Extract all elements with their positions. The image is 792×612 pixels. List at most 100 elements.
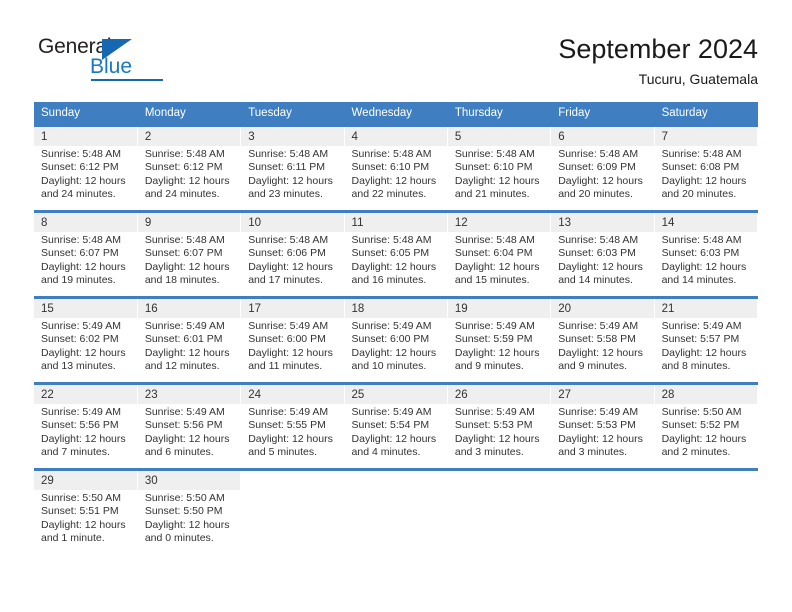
day-info-line: Daylight: 12 hours	[351, 260, 437, 273]
day-info-24: Sunrise: 5:49 AM Sunset: 5:55 PM Daylight:…	[240, 404, 345, 468]
day-number-27[interactable]: 27	[550, 385, 655, 404]
day-info-line: and 20 minutes.	[661, 188, 737, 201]
day-info-line: Sunrise: 5:48 AM	[144, 234, 225, 246]
day-number-9[interactable]: 9	[137, 213, 242, 232]
day-info-line: Daylight: 12 hours	[558, 346, 643, 359]
day-number-13[interactable]: 13	[550, 213, 655, 232]
day-info-line: Sunset: 6:12 PM	[144, 161, 223, 174]
day-number-6[interactable]: 6	[550, 127, 655, 146]
day-info-9: Sunrise: 5:48 AM Sunset: 6:07 PM Daylight:…	[137, 232, 242, 296]
day-cell-empty	[654, 471, 759, 490]
weekday-header-wednesday: Wednesday	[344, 102, 448, 124]
day-info-line: Sunset: 5:53 PM	[454, 419, 533, 432]
calendar-body: 1 2 3 4 5 6 7 Sunrise: 5:48 AM Sunset: 6:12 PM Da…	[34, 124, 759, 554]
day-info-26: Sunrise: 5:49 AM Sunset: 5:53 PM Daylight:…	[447, 404, 552, 468]
day-info-line: and 3 minutes.	[558, 446, 628, 459]
day-info-line: Sunset: 6:03 PM	[661, 247, 740, 260]
day-number-5[interactable]: 5	[447, 127, 552, 146]
day-detail-row: Sunrise: 5:48 AM Sunset: 6:07 PM Daylight:…	[34, 232, 759, 296]
day-info-line: and 1 minute.	[41, 532, 105, 545]
day-info-line: Sunset: 6:01 PM	[144, 333, 223, 346]
day-info-line: Sunrise: 5:48 AM	[41, 234, 121, 246]
day-number-19[interactable]: 19	[447, 299, 552, 318]
day-info-line: Sunrise: 5:49 AM	[351, 320, 432, 332]
day-info-line: Daylight: 12 hours	[661, 260, 747, 273]
day-number-15[interactable]: 15	[34, 299, 138, 318]
day-number-16[interactable]: 16	[137, 299, 242, 318]
day-info-line: Daylight: 12 hours	[144, 518, 230, 531]
day-detail-row: Sunrise: 5:49 AM Sunset: 5:56 PM Daylight:…	[34, 404, 759, 468]
day-number-30[interactable]: 30	[137, 471, 242, 490]
day-info-12: Sunrise: 5:48 AM Sunset: 6:04 PM Daylight:…	[447, 232, 552, 296]
day-info-line: and 9 minutes.	[454, 360, 524, 373]
day-detail-row: Sunrise: 5:49 AM Sunset: 6:02 PM Daylight:…	[34, 318, 759, 382]
day-number-3[interactable]: 3	[240, 127, 345, 146]
day-info-empty	[240, 490, 345, 554]
day-info-17: Sunrise: 5:49 AM Sunset: 6:00 PM Daylight:…	[240, 318, 345, 382]
general-blue-logo[interactable]: General Blue	[34, 30, 184, 82]
day-info-line: and 12 minutes.	[144, 360, 220, 373]
day-number-12[interactable]: 12	[447, 213, 552, 232]
day-number-7[interactable]: 7	[654, 127, 759, 146]
day-number-17[interactable]: 17	[240, 299, 345, 318]
weekday-header-tuesday: Tuesday	[240, 102, 345, 124]
day-info-line: Sunset: 5:56 PM	[41, 419, 119, 432]
day-info-line: Sunset: 6:06 PM	[248, 247, 326, 260]
day-info-23: Sunrise: 5:49 AM Sunset: 5:56 PM Daylight:…	[137, 404, 242, 468]
day-info-5: Sunrise: 5:48 AM Sunset: 6:10 PM Daylight:…	[447, 146, 552, 210]
day-info-line: Sunset: 5:55 PM	[248, 419, 326, 432]
day-info-line: Sunset: 5:53 PM	[558, 419, 636, 432]
day-number-25[interactable]: 25	[344, 385, 448, 404]
day-info-line: Daylight: 12 hours	[454, 432, 540, 445]
day-info-13: Sunrise: 5:48 AM Sunset: 6:03 PM Daylight:…	[550, 232, 655, 296]
day-number-21[interactable]: 21	[654, 299, 759, 318]
day-cell-empty	[344, 471, 448, 490]
day-info-line: Sunrise: 5:49 AM	[558, 406, 639, 418]
day-number-23[interactable]: 23	[137, 385, 242, 404]
day-number-2[interactable]: 2	[137, 127, 242, 146]
day-info-21: Sunrise: 5:49 AM Sunset: 5:57 PM Daylight:…	[654, 318, 759, 382]
day-info-line: Sunrise: 5:49 AM	[248, 406, 329, 418]
day-number-18[interactable]: 18	[344, 299, 448, 318]
day-number-1[interactable]: 1	[34, 127, 138, 146]
day-info-8: Sunrise: 5:48 AM Sunset: 6:07 PM Daylight:…	[34, 232, 138, 296]
day-info-line: Sunset: 6:09 PM	[558, 161, 636, 174]
logo-underline	[91, 79, 163, 81]
day-info-line: Sunset: 5:58 PM	[558, 333, 636, 346]
day-cell-empty	[550, 471, 655, 490]
day-number-14[interactable]: 14	[654, 213, 759, 232]
day-number-4[interactable]: 4	[344, 127, 448, 146]
day-info-line: and 14 minutes.	[558, 274, 633, 287]
day-info-line: and 9 minutes.	[558, 360, 628, 373]
day-number-24[interactable]: 24	[240, 385, 345, 404]
day-info-line: Daylight: 12 hours	[661, 174, 747, 187]
day-info-line: Sunrise: 5:49 AM	[661, 320, 742, 332]
day-info-line: Daylight: 12 hours	[248, 260, 333, 273]
day-info-line: Sunrise: 5:48 AM	[454, 234, 535, 246]
day-number-11[interactable]: 11	[344, 213, 448, 232]
day-number-22[interactable]: 22	[34, 385, 138, 404]
day-info-line: Daylight: 12 hours	[558, 174, 643, 187]
day-info-line: Sunrise: 5:50 AM	[661, 406, 742, 418]
day-info-line: and 22 minutes.	[351, 188, 427, 201]
day-info-line: and 20 minutes.	[558, 188, 633, 201]
day-number-8[interactable]: 8	[34, 213, 138, 232]
day-info-15: Sunrise: 5:49 AM Sunset: 6:02 PM Daylight:…	[34, 318, 138, 382]
day-number-10[interactable]: 10	[240, 213, 345, 232]
day-cell-empty	[240, 471, 345, 490]
day-info-line: Sunset: 6:11 PM	[248, 161, 326, 174]
day-number-29[interactable]: 29	[34, 471, 138, 490]
day-number-20[interactable]: 20	[550, 299, 655, 318]
day-info-line: Sunrise: 5:48 AM	[661, 234, 742, 246]
day-info-10: Sunrise: 5:48 AM Sunset: 6:06 PM Daylight:…	[240, 232, 345, 296]
day-info-line: Daylight: 12 hours	[248, 346, 333, 359]
day-info-line: Sunrise: 5:49 AM	[248, 320, 329, 332]
day-number-28[interactable]: 28	[654, 385, 759, 404]
day-number-26[interactable]: 26	[447, 385, 552, 404]
calendar-container: Sunday Monday Tuesday Wednesday Thursday Frid…	[34, 102, 759, 554]
day-info-line: and 2 minutes.	[661, 446, 731, 459]
day-info-line: Daylight: 12 hours	[144, 174, 230, 187]
weekday-header-sunday: Sunday	[34, 102, 138, 124]
day-info-22: Sunrise: 5:49 AM Sunset: 5:56 PM Daylight:…	[34, 404, 138, 468]
day-info-line: Daylight: 12 hours	[661, 346, 747, 359]
